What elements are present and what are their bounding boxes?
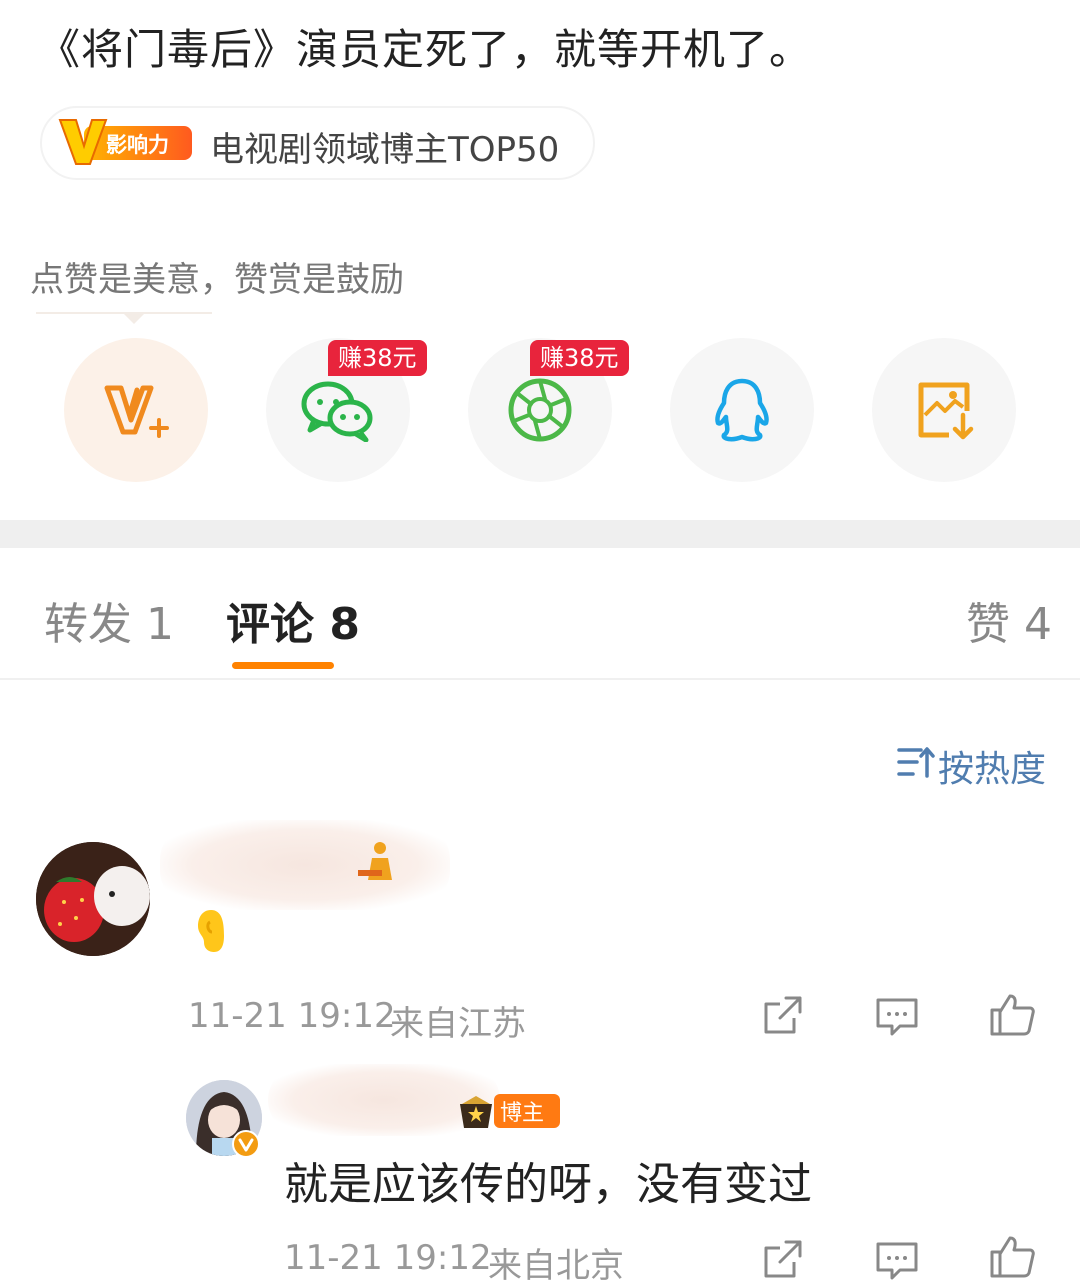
blogger-badge-label: 博主 [500, 1101, 544, 1126]
sort-icon[interactable] [895, 742, 935, 782]
hint-arrow [122, 312, 146, 324]
earn-badge-wechat: 赚38元 [328, 340, 427, 376]
like-icon[interactable] [988, 990, 1036, 1038]
post-text: 《将门毒后》演员定死了，就等开机了。 [38, 25, 813, 74]
influence-v-icon: 影响力 [58, 119, 192, 165]
tab-repost[interactable]: 转发 1 [44, 588, 174, 652]
reply-repost-icon[interactable] [760, 1236, 806, 1282]
sort-by-hot[interactable]: 按热度 [938, 740, 1046, 792]
reply-location: 来自北京 [488, 1246, 624, 1286]
ear-icon [196, 908, 226, 954]
comment-time: 11-21 19:12 [188, 996, 396, 1036]
earn-badge-moments: 赚38元 [530, 340, 629, 376]
comment-location: 来自江苏 [390, 1004, 526, 1044]
qq-icon [715, 378, 769, 442]
section-divider [0, 520, 1080, 548]
blogger-badge: 博主 [460, 1094, 560, 1128]
moments-icon [508, 378, 572, 442]
repost-icon[interactable] [760, 992, 806, 1038]
save-image-icon [918, 382, 974, 440]
reply-time: 11-21 19:12 [284, 1238, 492, 1278]
tab-comment[interactable]: 评论 8 [226, 588, 360, 652]
like-hint: 点赞是美意，赞赏是鼓励 [30, 260, 404, 300]
reply-comment-icon[interactable] [874, 1238, 920, 1284]
tab-like[interactable]: 赞 4 [966, 588, 1052, 652]
comment-icon[interactable] [874, 994, 920, 1040]
vplus-button[interactable] [64, 338, 208, 482]
tabs-divider [0, 678, 1080, 680]
reply-text: 就是应该传的呀，没有变过 [284, 1159, 812, 1210]
influence-badge-label: 影响力 [106, 133, 169, 157]
save-image-button[interactable] [872, 338, 1016, 482]
active-tab-indicator [232, 662, 334, 669]
commenter-avatar[interactable] [36, 842, 150, 956]
wechat-icon [301, 381, 373, 442]
qq-share-button[interactable] [670, 338, 814, 482]
verified-icon [232, 1130, 260, 1158]
vplus-icon [104, 385, 169, 438]
user-level-icon [358, 840, 396, 882]
influence-label: 电视剧领域博主TOP50 [210, 130, 560, 170]
reply-like-icon[interactable] [988, 1232, 1036, 1280]
commenter-name-redacted[interactable] [160, 820, 450, 910]
